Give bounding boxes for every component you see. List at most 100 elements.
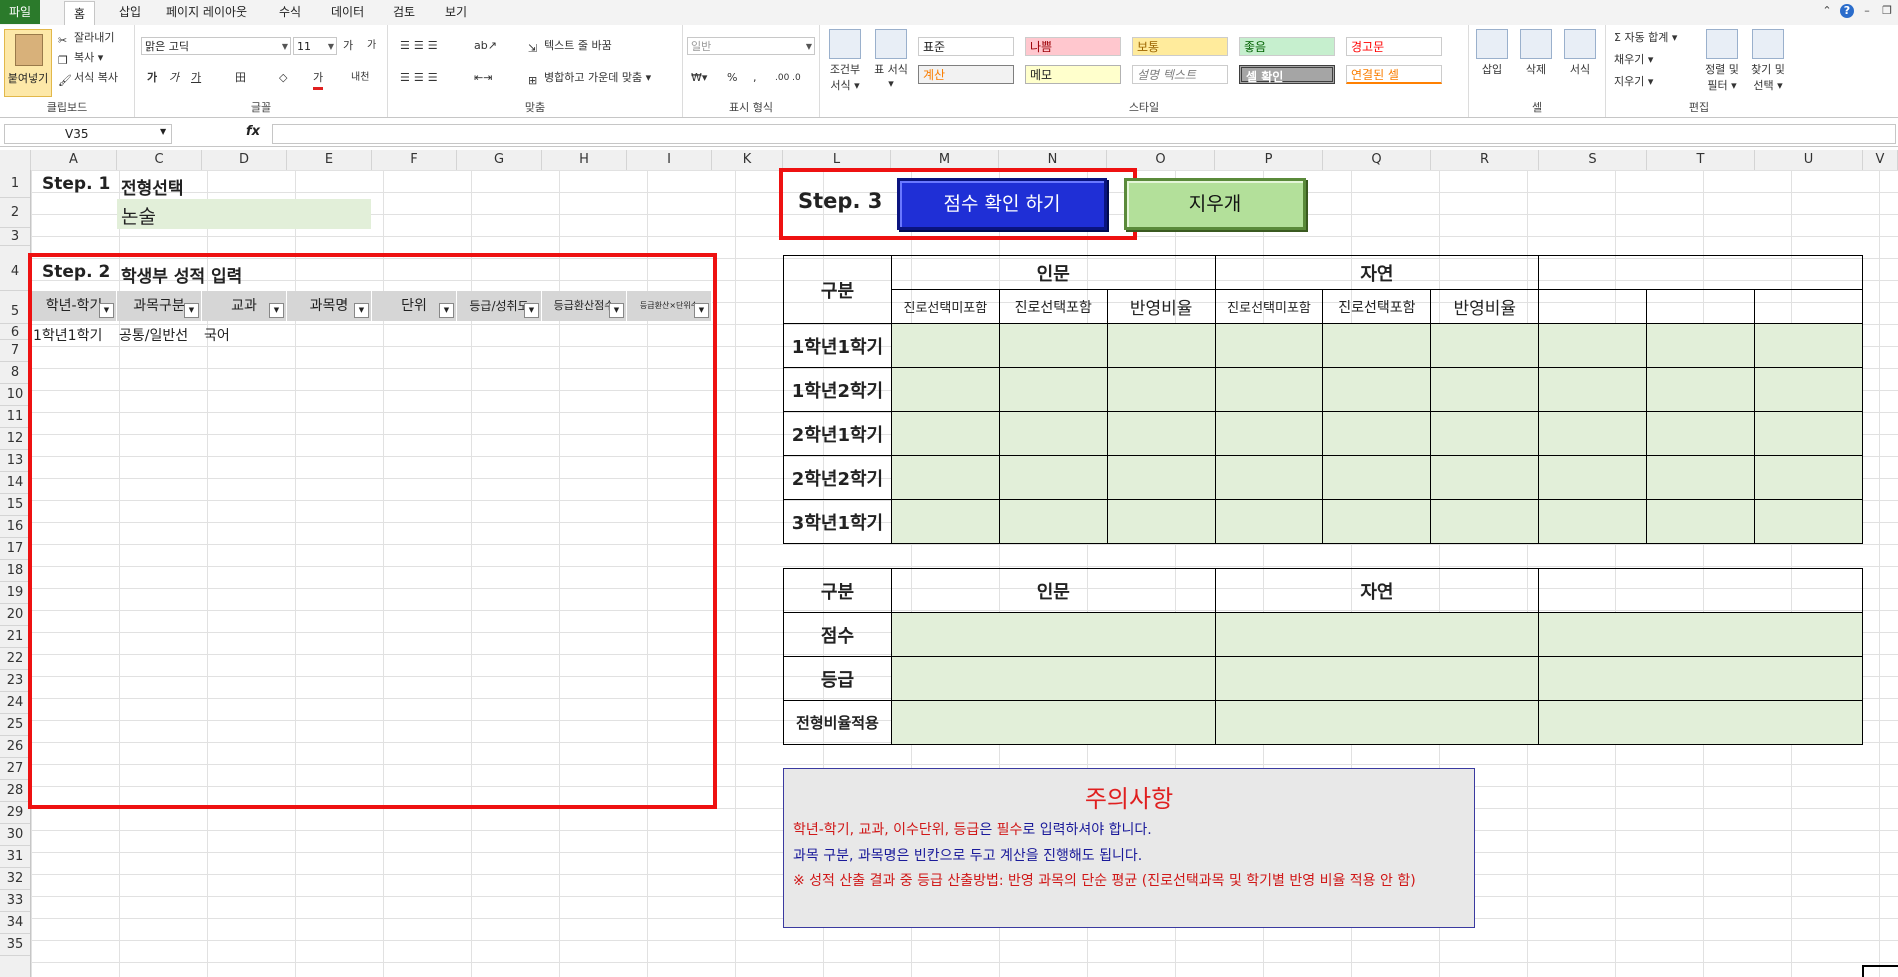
score-cell[interactable] [1430,499,1540,544]
score-cell[interactable] [890,367,1000,412]
style-bad[interactable]: 나쁨 [1025,37,1121,56]
score-cell[interactable] [1646,499,1755,544]
score-cell[interactable] [1754,411,1863,456]
row-header[interactable]: 30 [0,824,30,846]
indent-buttons[interactable]: ⇤⇥ [474,69,492,87]
select-all-corner[interactable] [0,150,31,170]
result-cell[interactable] [890,656,1216,701]
subject-area-cell[interactable]: 국어 [204,325,230,345]
font-name-select[interactable]: 맑은 고딕 ▼ [141,37,291,55]
score-cell[interactable] [1322,455,1432,500]
row-header[interactable]: 1 [0,170,30,198]
row-header[interactable]: 13 [0,450,30,472]
grade-cell[interactable]: 1학년1학기 [33,325,117,345]
style-good[interactable]: 좋음 [1239,37,1335,56]
filter-dropdown-icon[interactable]: ▼ [99,303,114,318]
currency-button[interactable]: ₩▾ [691,69,707,87]
paste-button[interactable]: 붙여넣기 [4,29,52,97]
tab-insert[interactable]: 삽입 [110,0,150,24]
score-cell[interactable] [1430,323,1540,368]
font-size-select[interactable]: 11 ▼ [293,37,337,55]
table-format-button[interactable]: 표 서식 ▾ [870,29,912,90]
find-select-button[interactable]: 찾기 및 선택 ▾ [1746,29,1790,93]
row-header[interactable]: 22 [0,648,30,670]
column-header[interactable]: R [1431,150,1539,170]
score-cell[interactable] [1322,367,1432,412]
tab-data[interactable]: 데이터 [322,0,373,24]
tab-formulas[interactable]: 수식 [270,0,310,24]
result-cell[interactable] [1538,656,1863,701]
column-header[interactable]: F [372,150,457,170]
italic-button[interactable]: 가 [169,69,179,87]
score-cell[interactable] [998,499,1108,544]
column-header[interactable]: V [1863,150,1898,170]
row-header[interactable]: 23 [0,670,30,692]
score-cell[interactable] [1754,323,1863,368]
score-cell[interactable] [1538,411,1648,456]
score-cell[interactable] [1322,411,1432,456]
column-header[interactable]: H [542,150,627,170]
row-header[interactable]: 25 [0,714,30,736]
tab-page-layout[interactable]: 페이지 레이아웃 [157,0,256,24]
filter-dropdown-icon[interactable]: ▼ [524,303,539,318]
autosum-button[interactable]: Σ 자동 합계 ▾ [1614,29,1677,47]
function-icon[interactable]: fx [246,124,260,139]
score-cell[interactable] [890,323,1000,368]
score-cell[interactable] [1754,455,1863,500]
row-header[interactable]: 35 [0,934,30,956]
score-cell[interactable] [1322,323,1432,368]
row-header[interactable]: 4 [0,246,30,291]
score-cell[interactable] [890,455,1000,500]
merge-center-button[interactable]: ⊞ 병합하고 가운데 맞춤 ▾ [528,69,651,87]
style-neutral[interactable]: 보통 [1132,37,1228,56]
score-cell[interactable] [998,323,1108,368]
score-cell[interactable] [1538,367,1648,412]
shrink-font-button[interactable]: 가 [367,37,376,55]
column-header[interactable]: Q [1323,150,1431,170]
help-icon[interactable]: ? [1840,4,1854,18]
row-header[interactable]: 31 [0,846,30,868]
score-cell[interactable] [1646,323,1755,368]
percent-button[interactable]: % [727,69,737,87]
score-cell[interactable] [1538,323,1648,368]
fill-button[interactable]: 채우기 ▾ [1614,51,1653,69]
column-header[interactable]: L [783,150,891,170]
border-button[interactable]: 田 [235,69,246,87]
format-painter-button[interactable]: 🖌 서식 복사 [58,69,118,87]
style-check-cell[interactable]: 셀 확인 [1239,65,1335,84]
formula-input[interactable] [272,124,1896,144]
score-cell[interactable] [1754,367,1863,412]
tab-review[interactable]: 검토 [384,0,424,24]
row-header[interactable]: 17 [0,538,30,560]
score-cell[interactable] [1430,411,1540,456]
row-header[interactable]: 19 [0,582,30,604]
score-cell[interactable] [1646,367,1755,412]
decimal-buttons[interactable]: .00 .0 [775,69,801,87]
column-header[interactable]: N [999,150,1107,170]
row-header[interactable]: 8 [0,362,30,384]
score-cell[interactable] [1214,323,1324,368]
row-header[interactable]: 7 [0,340,30,362]
ribbon-collapse-icon[interactable]: ⌃ [1820,4,1834,18]
grow-font-button[interactable]: 가 [343,37,353,55]
column-header[interactable]: S [1539,150,1647,170]
row-header[interactable]: 16 [0,516,30,538]
subject-type-cell[interactable]: 공통/일반선 [119,325,202,345]
score-cell[interactable] [1106,323,1216,368]
delete-cells-button[interactable]: 삭제 [1515,29,1557,77]
cut-button[interactable]: ✂ 잘라내기 [58,29,114,47]
score-cell[interactable] [998,411,1108,456]
score-cell[interactable] [1538,499,1648,544]
row-header[interactable]: 27 [0,758,30,780]
row-header[interactable]: 20 [0,604,30,626]
orientation-button[interactable]: ab↗ [474,37,497,55]
column-header[interactable]: C [117,150,202,170]
copy-button[interactable]: ❐ 복사 ▾ [58,49,103,67]
row-header[interactable]: 3 [0,228,30,246]
tab-file[interactable]: 파일 [0,0,41,24]
column-header[interactable]: I [627,150,712,170]
score-cell[interactable] [998,455,1108,500]
column-header[interactable]: E [287,150,372,170]
column-header[interactable]: A [31,150,117,170]
column-header[interactable]: P [1215,150,1323,170]
